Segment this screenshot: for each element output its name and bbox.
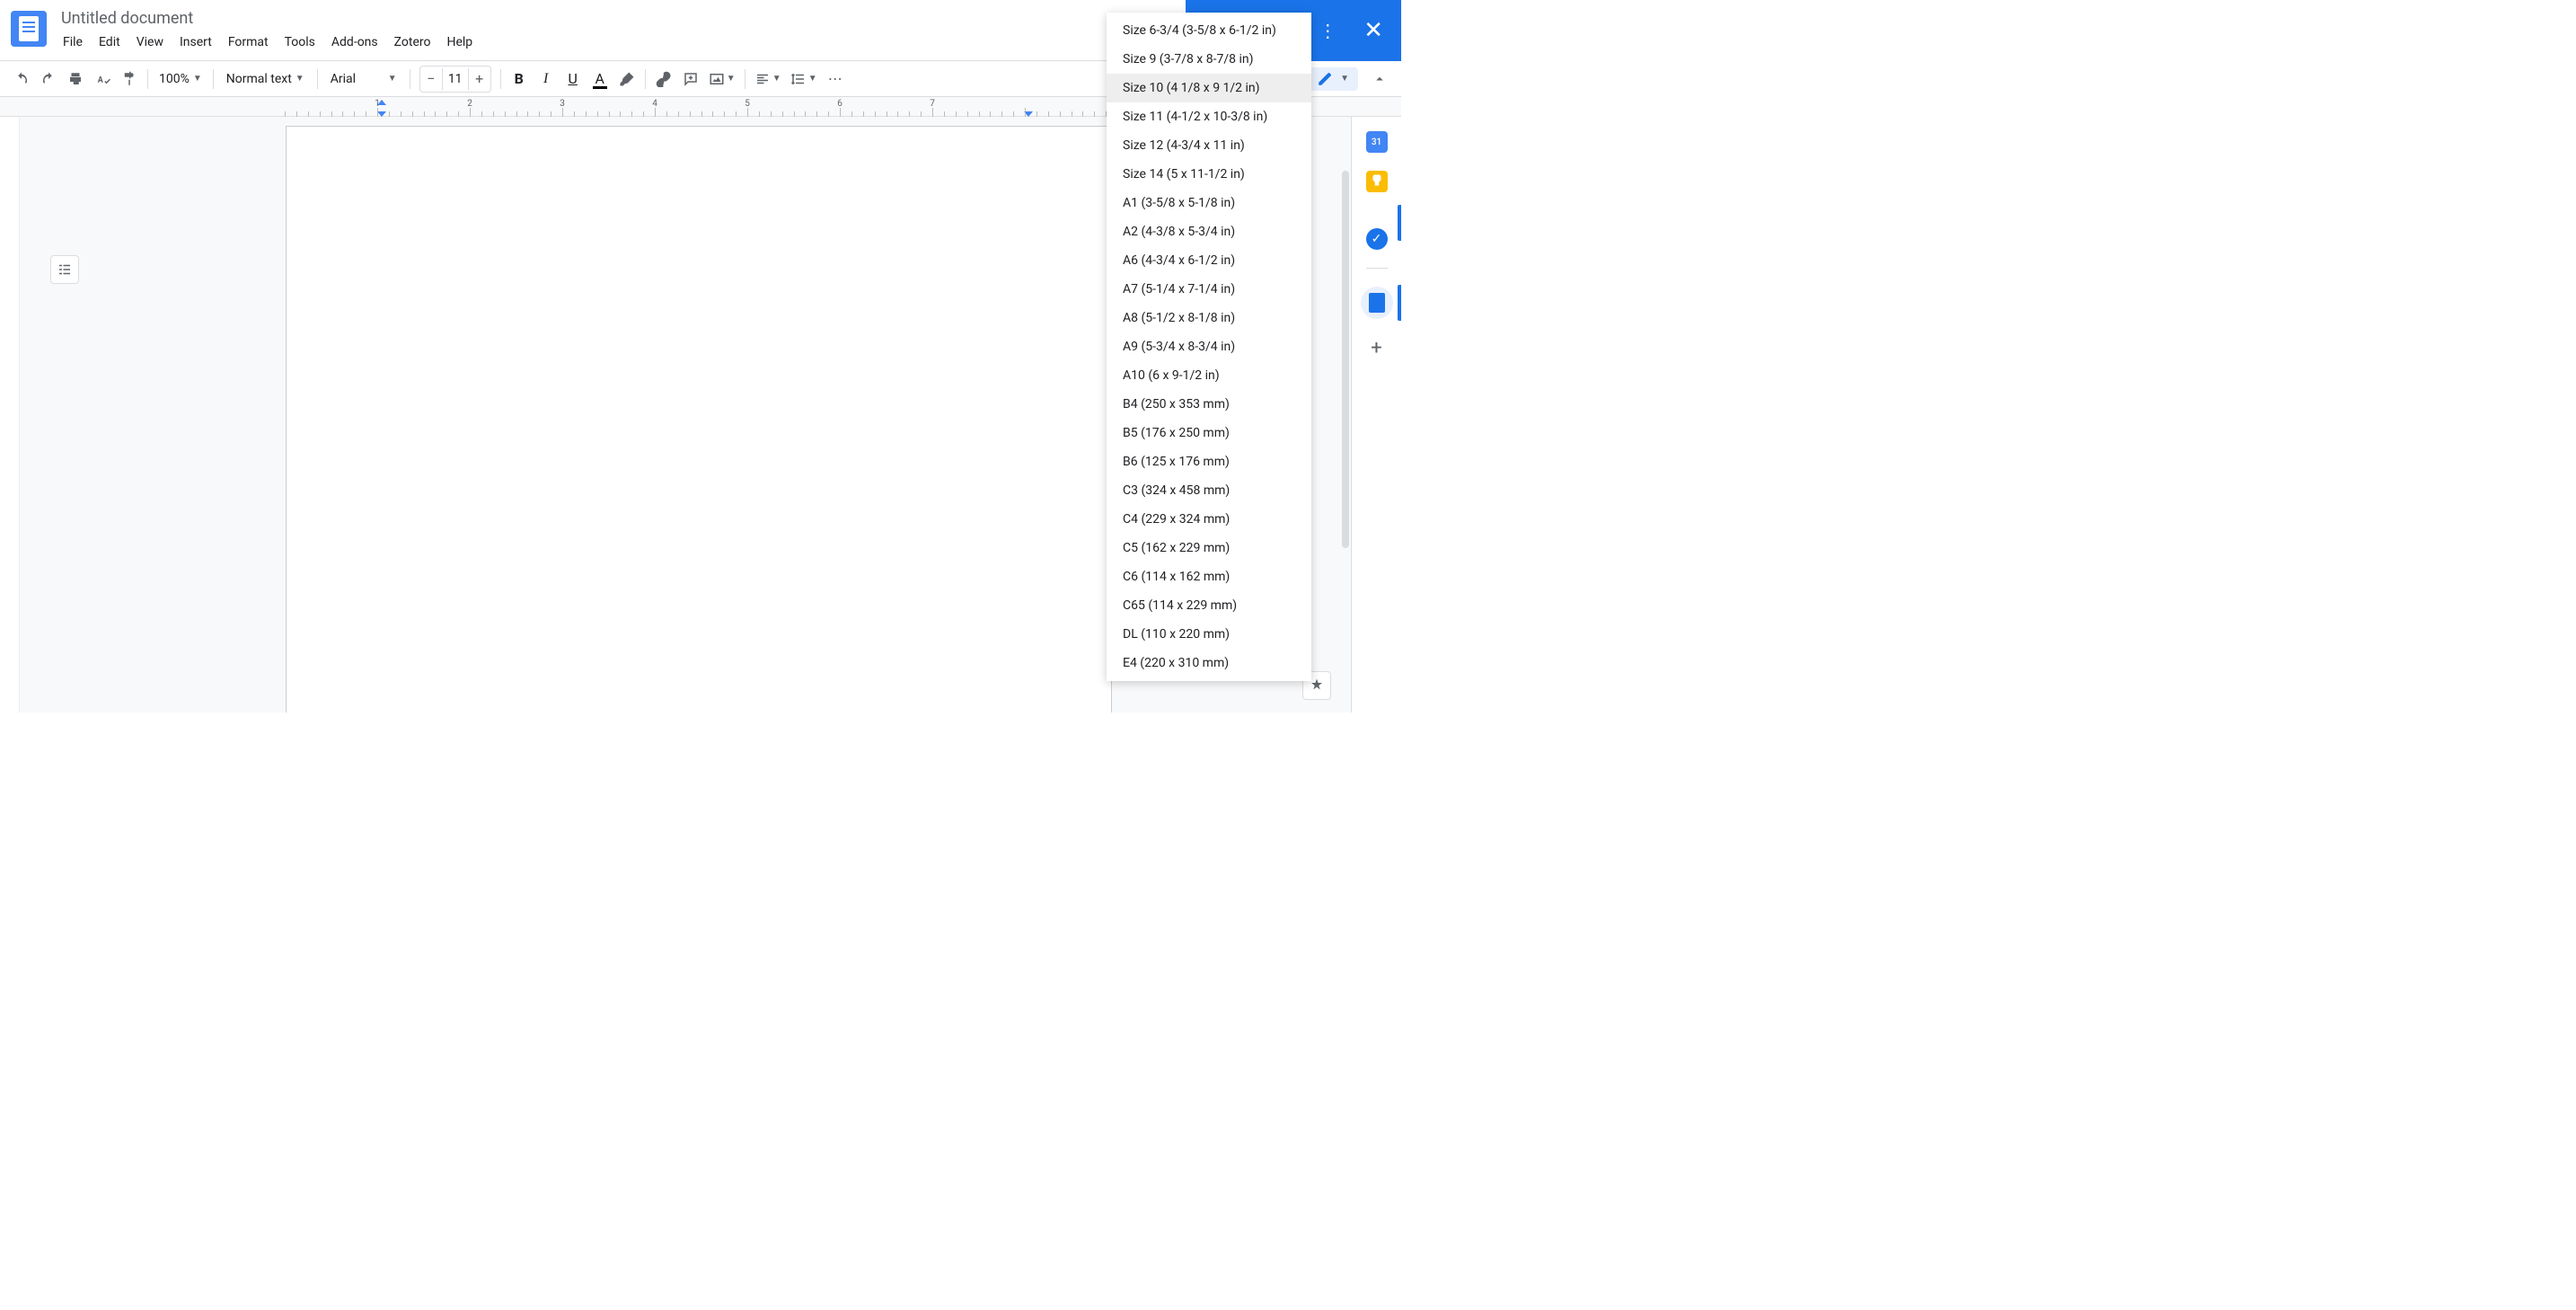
insert-comment-button[interactable] (678, 66, 703, 92)
chevron-down-icon: ▼ (727, 74, 736, 84)
page-size-option[interactable]: DL (110 x 220 mm) (1107, 620, 1311, 649)
editing-mode-button[interactable]: ▼ (1308, 67, 1358, 91)
title-menu-area: Untitled document File Edit View Insert … (56, 7, 480, 53)
italic-button[interactable]: I (534, 66, 559, 92)
menu-file[interactable]: File (56, 31, 90, 53)
menu-view[interactable]: View (129, 31, 171, 53)
underline-button[interactable]: U (560, 66, 586, 92)
highlight-button[interactable] (614, 66, 640, 92)
keep-addon-button[interactable] (1366, 171, 1388, 192)
document-title[interactable]: Untitled document (56, 7, 480, 30)
spellcheck-button[interactable] (90, 66, 115, 92)
menu-insert[interactable]: Insert (172, 31, 219, 53)
menu-edit[interactable]: Edit (92, 31, 128, 53)
page-size-option[interactable]: C65 (114 x 229 mm) (1107, 591, 1311, 620)
separator (500, 69, 501, 89)
side-panel: 31 + (1351, 117, 1401, 713)
separator (645, 69, 646, 89)
more-options-button[interactable]: ⋯ (823, 66, 848, 92)
page-size-option[interactable]: A6 (4-3/4 x 6-1/2 in) (1107, 246, 1311, 275)
document-page[interactable] (286, 126, 1112, 713)
active-addon-marker (1398, 285, 1401, 321)
page-size-option[interactable]: B4 (250 x 353 mm) (1107, 390, 1311, 419)
page-size-option[interactable]: E4 (220 x 310 mm) (1107, 649, 1311, 677)
chevron-down-icon: ▼ (772, 74, 781, 84)
separator (317, 69, 318, 89)
page-size-option[interactable]: Size 6-3/4 (3-5/8 x 6-1/2 in) (1107, 16, 1311, 45)
style-value: Normal text (226, 72, 292, 86)
page-size-option[interactable]: C5 (162 x 229 mm) (1107, 534, 1311, 562)
vertical-ruler[interactable] (0, 117, 20, 713)
addon-menu-button[interactable]: ⋮ (1319, 20, 1337, 41)
font-value: Arial (331, 72, 356, 86)
page-size-option[interactable]: C4 (229 x 324 mm) (1107, 505, 1311, 534)
page-size-option[interactable]: C6 (114 x 162 mm) (1107, 562, 1311, 591)
increase-font-button[interactable]: + (469, 66, 490, 92)
scrollbar-thumb[interactable] (1342, 171, 1349, 548)
docs-logo[interactable] (11, 11, 47, 47)
insert-image-button[interactable]: ▼ (705, 66, 739, 92)
show-outline-button[interactable] (50, 255, 79, 284)
page-size-option[interactable]: Size 9 (3-7/8 x 8-7/8 in) (1107, 45, 1311, 74)
menu-addons[interactable]: Add-ons (324, 31, 385, 53)
calendar-addon-button[interactable]: 31 (1366, 131, 1388, 153)
docs-logo-icon (19, 16, 39, 41)
get-addons-button[interactable]: + (1371, 337, 1381, 359)
chevron-down-icon: ▼ (296, 74, 304, 84)
page-size-option[interactable]: A1 (3-5/8 x 5-1/8 in) (1107, 189, 1311, 217)
separator (147, 69, 148, 89)
zoom-value: 100% (159, 72, 190, 86)
text-color-button[interactable]: A (587, 66, 613, 92)
font-size-stepper: − 11 + (419, 66, 491, 93)
zoom-select[interactable]: 100% ▼ (154, 72, 207, 86)
pencil-icon (1317, 71, 1333, 87)
chevron-down-icon: ▼ (1340, 74, 1349, 84)
collapse-toolbar-button[interactable] (1367, 66, 1392, 92)
page-size-option[interactable]: A7 (5-1/4 x 7-1/4 in) (1107, 275, 1311, 304)
menu-format[interactable]: Format (221, 31, 276, 53)
menu-zotero[interactable]: Zotero (387, 31, 438, 53)
tasks-addon-button[interactable] (1366, 228, 1388, 250)
separator (1366, 268, 1388, 269)
undo-button[interactable] (9, 66, 34, 92)
contacts-addon-button[interactable] (1361, 287, 1393, 319)
page-size-option[interactable]: A8 (5-1/2 x 8-1/8 in) (1107, 304, 1311, 332)
page-size-dropdown: Size 6-3/4 (3-5/8 x 6-1/2 in)Size 9 (3-7… (1107, 13, 1311, 681)
bold-button[interactable]: B (507, 66, 532, 92)
decrease-font-button[interactable]: − (420, 66, 442, 92)
active-addon-marker (1398, 205, 1401, 241)
page-size-option[interactable]: Size 12 (4-3/4 x 11 in) (1107, 131, 1311, 160)
menubar: File Edit View Insert Format Tools Add-o… (56, 31, 480, 53)
chevron-down-icon: ▼ (193, 74, 202, 84)
insert-link-button[interactable] (651, 66, 676, 92)
font-select[interactable]: Arial ▼ (323, 72, 404, 86)
chevron-down-icon: ▼ (808, 74, 817, 84)
paint-format-button[interactable] (117, 66, 142, 92)
page-size-option[interactable]: B6 (125 x 176 mm) (1107, 447, 1311, 476)
close-addon-button[interactable]: ✕ (1363, 17, 1383, 44)
contacts-icon (1369, 293, 1385, 313)
paragraph-style-select[interactable]: Normal text ▼ (219, 72, 312, 86)
page-size-option[interactable]: B5 (176 x 250 mm) (1107, 419, 1311, 447)
page-size-option[interactable]: A9 (5-3/4 x 8-3/4 in) (1107, 332, 1311, 361)
page-size-option[interactable]: Size 10 (4 1/8 x 9 1/2 in) (1107, 74, 1311, 102)
separator (213, 69, 214, 89)
line-spacing-button[interactable]: ▼ (787, 66, 821, 92)
page-size-option[interactable]: Size 11 (4-1/2 x 10-3/8 in) (1107, 102, 1311, 131)
menu-help[interactable]: Help (439, 31, 480, 53)
page-size-option[interactable]: C3 (324 x 458 mm) (1107, 476, 1311, 505)
page-size-option[interactable]: A2 (4-3/8 x 5-3/4 in) (1107, 217, 1311, 246)
chevron-down-icon: ▼ (388, 74, 397, 84)
page-size-option[interactable]: A10 (6 x 9-1/2 in) (1107, 361, 1311, 390)
font-size-value[interactable]: 11 (442, 68, 469, 90)
menu-tools[interactable]: Tools (278, 31, 322, 53)
print-button[interactable] (63, 66, 88, 92)
page-size-option[interactable]: Size 14 (5 x 11-1/2 in) (1107, 160, 1311, 189)
align-button[interactable]: ▼ (751, 66, 785, 92)
redo-button[interactable] (36, 66, 61, 92)
